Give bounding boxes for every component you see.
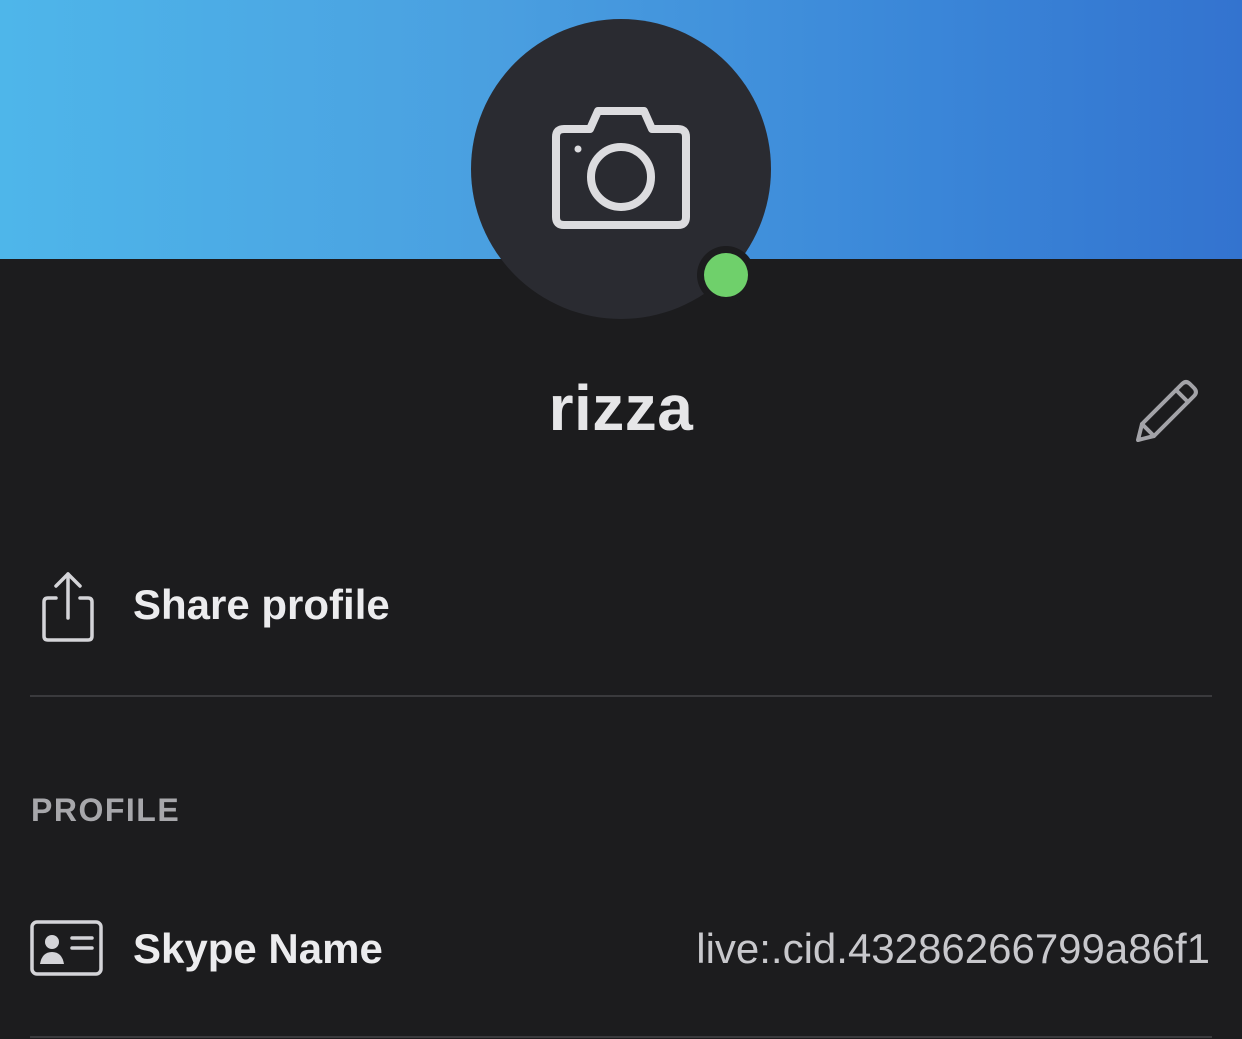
share-profile-row[interactable]: Share profile xyxy=(0,560,1242,660)
divider xyxy=(30,695,1212,697)
skype-name-row[interactable]: Skype Name live:.cid.43286266799a86f1 xyxy=(0,910,1242,990)
online-status-dot xyxy=(704,253,748,297)
skype-name-label: Skype Name xyxy=(133,925,383,972)
share-profile-label: Share profile xyxy=(133,581,390,628)
section-header-profile: PROFILE xyxy=(31,792,181,828)
camera-icon xyxy=(552,107,690,229)
presence-indicator xyxy=(697,246,755,304)
skype-name-value: live:.cid.43286266799a86f1 xyxy=(696,925,1210,972)
pencil-icon[interactable] xyxy=(1128,376,1200,448)
divider xyxy=(30,1036,1212,1038)
profile-display-name: rizza xyxy=(548,372,694,444)
share-icon xyxy=(42,572,94,642)
id-card-icon xyxy=(30,920,103,976)
